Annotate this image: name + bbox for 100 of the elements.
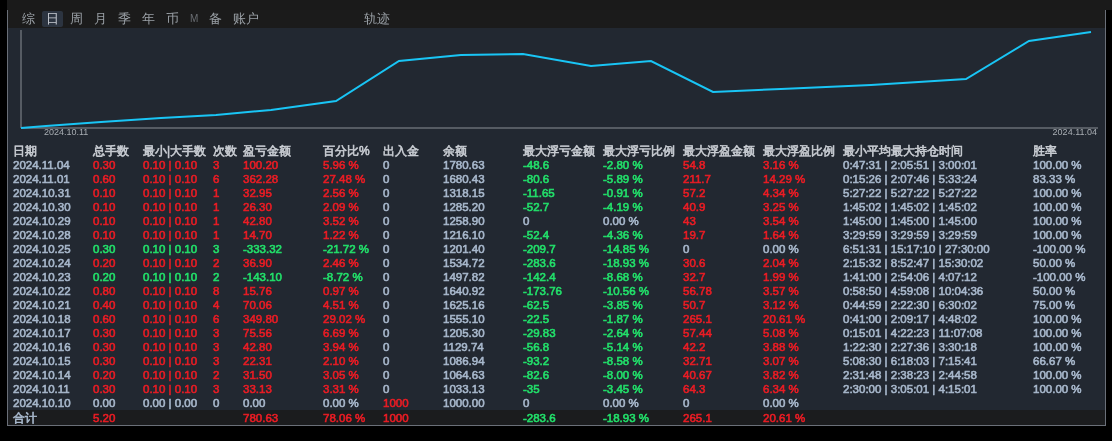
total-cell: 780.63: [243, 410, 279, 425]
table-cell: 0: [683, 396, 690, 410]
table-cell: -14.85 %: [603, 242, 650, 256]
table-cell: -2.80 %: [603, 158, 643, 172]
table-cell: 4.51 %: [323, 298, 359, 312]
column-header: 余额: [443, 144, 467, 158]
table-cell: 100.00 %: [1033, 312, 1082, 326]
column-header: 百分比%: [323, 144, 370, 158]
table-cell: 0.00: [243, 396, 266, 410]
table-cell: -5.89 %: [603, 172, 643, 186]
table-cell: 1201.40: [443, 242, 485, 256]
table-cell: 5:27:22 | 5:27:22 | 5:27:22: [843, 186, 977, 200]
table-cell: 0.00: [93, 396, 116, 410]
table-cell: 66.67 %: [1033, 354, 1076, 368]
table-cell: 2024.10.31: [13, 186, 71, 200]
table-cell: 57.2: [683, 186, 706, 200]
table-cell: 0.00 %: [763, 396, 799, 410]
table-cell: 43: [683, 214, 696, 228]
column-header: 最小平均最大持仓时间: [843, 144, 963, 158]
table-cell: 1: [213, 200, 220, 214]
table-cell: 0.10 | 0.10: [143, 228, 198, 242]
table-cell: -283.6: [523, 256, 556, 270]
table-cell: 15.76: [243, 284, 272, 298]
table-cell: 2024.10.25: [13, 242, 71, 256]
tab[interactable]: 周: [66, 11, 87, 27]
table-cell: 2.56 %: [323, 186, 359, 200]
column-header: 胜率: [1033, 144, 1057, 158]
table-cell: 3.54 %: [763, 214, 799, 228]
table-cell: 0.10 | 0.10: [143, 270, 198, 284]
table-cell: 0.10 | 0.10: [143, 368, 198, 382]
table-cell: 0: [383, 172, 390, 186]
table-cell: 2.09 %: [323, 200, 359, 214]
table-cell: -8.72 %: [323, 270, 363, 284]
table-cell: 6.34 %: [763, 382, 799, 396]
tab[interactable]: 月: [90, 11, 111, 27]
table-cell: -10.56 %: [603, 284, 650, 298]
table-cell: 1: [213, 214, 220, 228]
table-cell: 2024.10.28: [13, 228, 71, 242]
table-cell: 0:41:00 | 2:09:17 | 4:48:02: [843, 312, 977, 326]
table-cell: -52.7: [523, 200, 550, 214]
table-cell: 0: [383, 368, 390, 382]
table-cell: 2024.10.15: [13, 354, 71, 368]
table-cell: 3: [213, 158, 220, 172]
tab[interactable]: 轨迹: [360, 11, 395, 27]
tab[interactable]: 年: [138, 11, 159, 27]
table-cell: 265.1: [683, 312, 712, 326]
table-cell: 0.10: [93, 228, 116, 242]
table-cell: 2024.10.22: [13, 284, 71, 298]
table-cell: 3: [213, 382, 220, 396]
total-cell: 合计: [13, 410, 37, 425]
tab[interactable]: 币: [162, 11, 183, 27]
table-cell: -100.00 %: [1033, 242, 1086, 256]
table-cell: 0.10 | 0.10: [143, 354, 198, 368]
table-cell: 0.10 | 0.10: [143, 326, 198, 340]
table-cell: 2024.10.30: [13, 200, 71, 214]
table-cell: 1000: [383, 396, 409, 410]
table-cell: 100.00 %: [1033, 200, 1082, 214]
table-cell: 100.20: [243, 158, 279, 172]
table-cell: 0.10 | 0.10: [143, 214, 198, 228]
table-cell: 2024.10.14: [13, 368, 71, 382]
table-cell: 22.31: [243, 354, 272, 368]
table-cell: 0.00 %: [763, 242, 799, 256]
table-cell: -1.87 %: [603, 312, 643, 326]
table-cell: 0: [383, 354, 390, 368]
table-cell: 75.56: [243, 326, 272, 340]
table-cell: 0.30: [93, 354, 116, 368]
tab[interactable]: 日: [42, 11, 63, 27]
tab[interactable]: 综: [18, 11, 39, 27]
table-cell: 2.04 %: [763, 256, 799, 270]
table-cell: 0: [383, 214, 390, 228]
tab[interactable]: 账户: [229, 11, 264, 27]
table-cell: 2: [213, 270, 220, 284]
column-header: 最大浮盈金额: [683, 144, 755, 158]
tab[interactable]: 备: [205, 11, 227, 27]
table-cell: 0:44:59 | 2:22:30 | 6:30:02: [843, 298, 977, 312]
table-cell: 3.16 %: [763, 158, 799, 172]
table-cell: 1: [213, 228, 220, 242]
table-cell: 1555.10: [443, 312, 485, 326]
table-cell: 2024.10.21: [13, 298, 71, 312]
table-cell: 42.2: [683, 340, 706, 354]
table-cell: 0.30: [93, 382, 116, 396]
table-cell: 0:15:01 | 4:22:23 | 11:07:08: [843, 326, 983, 340]
table-cell: -0.91 %: [603, 186, 643, 200]
table-cell: 26.30: [243, 200, 272, 214]
table-cell: -173.76: [523, 284, 562, 298]
table-cell: 2: [213, 368, 220, 382]
table-cell: 0.00 %: [323, 396, 359, 410]
table-cell: 0.10: [93, 186, 116, 200]
table-cell: -11.65: [523, 186, 555, 200]
table-cell: 32.7: [683, 270, 706, 284]
table-cell: 50.7: [683, 298, 706, 312]
table-cell: 32.71: [683, 354, 712, 368]
table-cell: 0.80: [93, 284, 116, 298]
tab[interactable]: 季: [114, 11, 135, 27]
total-cell: 20.61 %: [763, 410, 806, 425]
table-cell: 1640.92: [443, 284, 485, 298]
table-cell: 27.48 %: [323, 172, 366, 186]
table-cell: 33.13: [243, 382, 272, 396]
table-cell: 5:08:30 | 6:18:03 | 7:15:41: [843, 354, 977, 368]
table-cell: 20.61 %: [763, 312, 806, 326]
